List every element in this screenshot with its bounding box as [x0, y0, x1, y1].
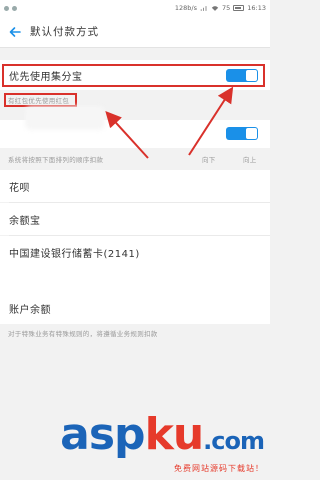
notification-icon [12, 5, 17, 11]
wifi-icon [211, 5, 219, 11]
move-up-label[interactable]: 向上 [243, 154, 257, 164]
payment-method-label: 花呗 [9, 182, 30, 194]
order-hint-text: 系统将按照下面排列的顺序扣款 [8, 156, 104, 164]
arrow-left-icon [9, 26, 21, 37]
status-right: 128b/s 75 16:13 [175, 4, 266, 12]
battery-percent: 75 [221, 4, 231, 12]
red-packet-toggle[interactable] [226, 127, 258, 140]
annotation-box [4, 93, 77, 107]
watermark-asp: asp [60, 409, 145, 460]
order-hint: 系统将按照下面排列的顺序扣款 向下 向上 [0, 152, 270, 166]
clock: 16:13 [247, 4, 266, 12]
payment-method-label: 余额宝 [9, 215, 41, 227]
watermark-logo: aspku.com [60, 413, 265, 463]
watermark-com: .com [203, 427, 265, 455]
blurred-area [25, 106, 105, 130]
status-left [4, 5, 17, 11]
page-title: 默认付款方式 [30, 26, 99, 38]
watermark-subtitle: 免费网站源码下载站！ [174, 464, 264, 473]
toggle-knob [246, 128, 257, 139]
network-speed: 128b/s [174, 4, 197, 12]
payment-method-yuebao[interactable]: 余额宝 [0, 203, 270, 235]
watermark-ku: ku [144, 409, 205, 460]
payment-method-balance[interactable]: 账户余额 [0, 292, 270, 324]
payment-method-label: 中国建设银行储蓄卡(2141) [9, 248, 140, 260]
battery-icon [233, 5, 245, 11]
red-packet-row [0, 106, 270, 148]
signal-icon [200, 5, 207, 11]
watermark: aspku.com 免费网站源码下载站！ [60, 413, 265, 474]
payment-method-huabei[interactable]: 花呗 [0, 170, 270, 202]
status-bar: 128b/s 75 16:13 [0, 0, 270, 16]
payment-method-ccb-card[interactable]: 中国建设银行储蓄卡(2141) [0, 236, 270, 268]
payment-method-label: 账户余额 [9, 304, 51, 316]
move-down-label[interactable]: 向下 [202, 154, 216, 164]
annotation-box [2, 64, 265, 87]
footer-note: 对于特殊业务有特殊规则的，将遵循业务规则扣款 [8, 330, 158, 338]
back-button[interactable] [0, 16, 30, 48]
list-spacer [0, 268, 270, 292]
app-header: 默认付款方式 [0, 16, 270, 48]
notification-icon [4, 5, 9, 11]
